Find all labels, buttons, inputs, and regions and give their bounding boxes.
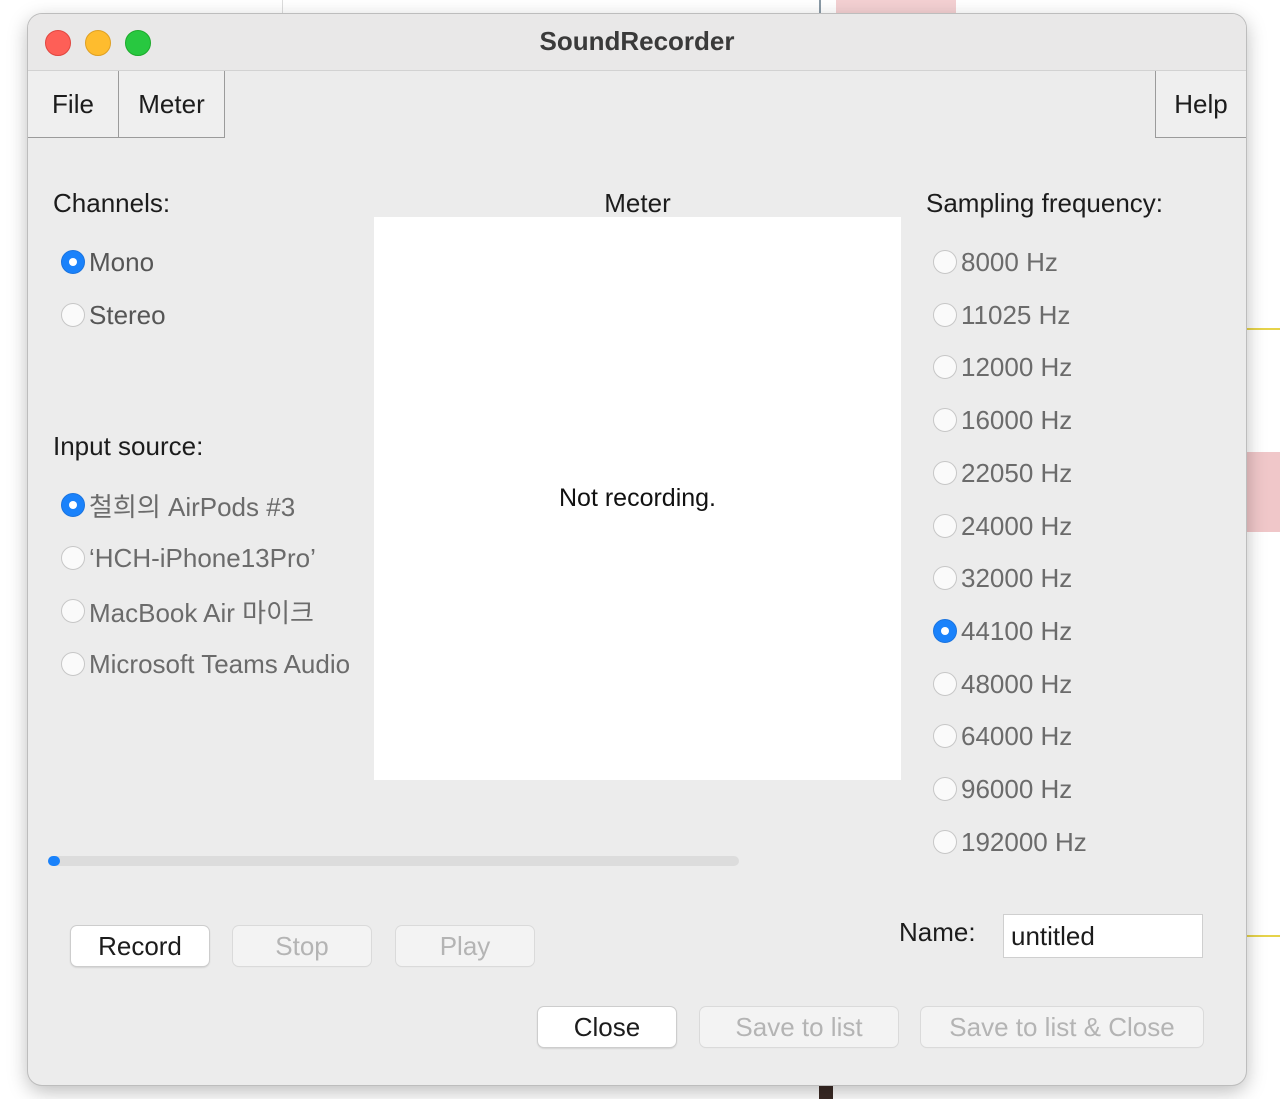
radio-indicator[interactable] [61, 546, 85, 570]
record-button[interactable]: Record [71, 926, 209, 966]
name-input[interactable]: untitled [1003, 914, 1203, 958]
background-divider [282, 0, 283, 14]
radio-indicator[interactable] [933, 777, 957, 801]
radio-label: 12000 Hz [961, 351, 1073, 382]
meter-heading: Meter [604, 188, 671, 218]
radio-indicator[interactable] [61, 250, 85, 274]
radio-input-teams-audio[interactable]: Microsoft Teams Audio [61, 649, 350, 679]
radio-label: ‘HCH-iPhone13Pro’ [89, 542, 316, 573]
radio-label: Mono [89, 246, 155, 277]
radio-indicator[interactable] [933, 830, 957, 854]
radio-indicator[interactable] [933, 250, 957, 274]
radio-sampling-48000-hz[interactable]: 48000 Hz [933, 669, 1072, 699]
save-to-list-button[interactable]: Save to list [700, 1007, 898, 1047]
radio-label: 24000 Hz [961, 510, 1073, 541]
close-button[interactable]: Close [538, 1007, 676, 1047]
radio-label: 철희의 AirPods #3 [89, 491, 296, 522]
radio-indicator[interactable] [933, 461, 957, 485]
radio-label: 11025 Hz [961, 299, 1071, 330]
recording-progress-fill [48, 856, 60, 866]
radio-channel-mono[interactable]: Mono [61, 247, 154, 277]
radio-label: MacBook Air 마이크 [89, 597, 314, 628]
radio-label: 22050 Hz [961, 457, 1073, 488]
radio-indicator[interactable] [933, 355, 957, 379]
title-bar: SoundRecorder [28, 14, 1246, 71]
radio-indicator[interactable] [933, 408, 957, 432]
radio-label: Stereo [89, 299, 166, 330]
background-window [1246, 452, 1280, 532]
play-button[interactable]: Play [396, 926, 534, 966]
radio-sampling-24000-hz[interactable]: 24000 Hz [933, 511, 1072, 541]
meter-status: Not recording. [558, 484, 717, 512]
radio-input-airpods[interactable]: 철희의 AirPods #3 [61, 490, 295, 522]
radio-indicator[interactable] [933, 566, 957, 590]
radio-label: 8000 Hz [961, 246, 1058, 277]
background-window [819, 1084, 833, 1099]
radio-indicator[interactable] [933, 724, 957, 748]
recording-progress [48, 856, 739, 866]
radio-indicator[interactable] [61, 493, 85, 517]
background-line [1246, 328, 1280, 330]
radio-label: 16000 Hz [961, 404, 1073, 435]
radio-indicator[interactable] [61, 303, 85, 327]
menu-help[interactable]: Help [1155, 71, 1246, 138]
radio-sampling-44100-hz[interactable]: 44100 Hz [933, 616, 1072, 646]
menu-bar: File Meter Help [28, 71, 1246, 139]
meter-panel: Not recording. [374, 217, 901, 780]
name-label: Name: [899, 917, 976, 947]
radio-channel-stereo[interactable]: Stereo [61, 300, 166, 330]
radio-sampling-192000-hz[interactable]: 192000 Hz [933, 827, 1087, 857]
radio-label: 96000 Hz [961, 773, 1073, 804]
radio-sampling-64000-hz[interactable]: 64000 Hz [933, 721, 1072, 751]
channels-label: Channels: [53, 188, 171, 218]
radio-sampling-16000-hz[interactable]: 16000 Hz [933, 405, 1072, 435]
radio-input-iphone[interactable]: ‘HCH-iPhone13Pro’ [61, 543, 316, 573]
radio-indicator[interactable] [61, 599, 85, 623]
menu-meter[interactable]: Meter [118, 71, 225, 138]
sampling-frequency-label: Sampling frequency: [926, 188, 1164, 218]
radio-label: 32000 Hz [961, 562, 1073, 593]
radio-indicator[interactable] [933, 619, 957, 643]
save-to-list-and-close-button[interactable]: Save to list & Close [921, 1007, 1203, 1047]
radio-sampling-96000-hz[interactable]: 96000 Hz [933, 774, 1072, 804]
radio-sampling-22050-hz[interactable]: 22050 Hz [933, 458, 1072, 488]
radio-label: 44100 Hz [961, 615, 1073, 646]
radio-indicator[interactable] [933, 303, 957, 327]
radio-sampling-8000-hz[interactable]: 8000 Hz [933, 247, 1058, 277]
window-title: SoundRecorder [539, 26, 735, 56]
radio-indicator[interactable] [61, 652, 85, 676]
radio-sampling-12000-hz[interactable]: 12000 Hz [933, 352, 1072, 382]
input-source-label: Input source: [53, 431, 204, 461]
radio-indicator[interactable] [933, 672, 957, 696]
stop-button[interactable]: Stop [233, 926, 371, 966]
radio-label: 64000 Hz [961, 720, 1073, 751]
radio-sampling-11025-hz[interactable]: 11025 Hz [933, 300, 1070, 330]
radio-label: 192000 Hz [961, 826, 1087, 857]
background-line [1246, 935, 1280, 937]
background-window [836, 0, 956, 14]
radio-indicator[interactable] [933, 514, 957, 538]
radio-label: 48000 Hz [961, 668, 1073, 699]
radio-label: Microsoft Teams Audio [89, 648, 351, 679]
radio-sampling-32000-hz[interactable]: 32000 Hz [933, 563, 1072, 593]
sound-recorder-window: SoundRecorder File Meter Help Channels: … [28, 14, 1246, 1085]
radio-input-macbook-mic[interactable]: MacBook Air 마이크 [61, 596, 314, 628]
menu-file[interactable]: File [28, 71, 119, 138]
